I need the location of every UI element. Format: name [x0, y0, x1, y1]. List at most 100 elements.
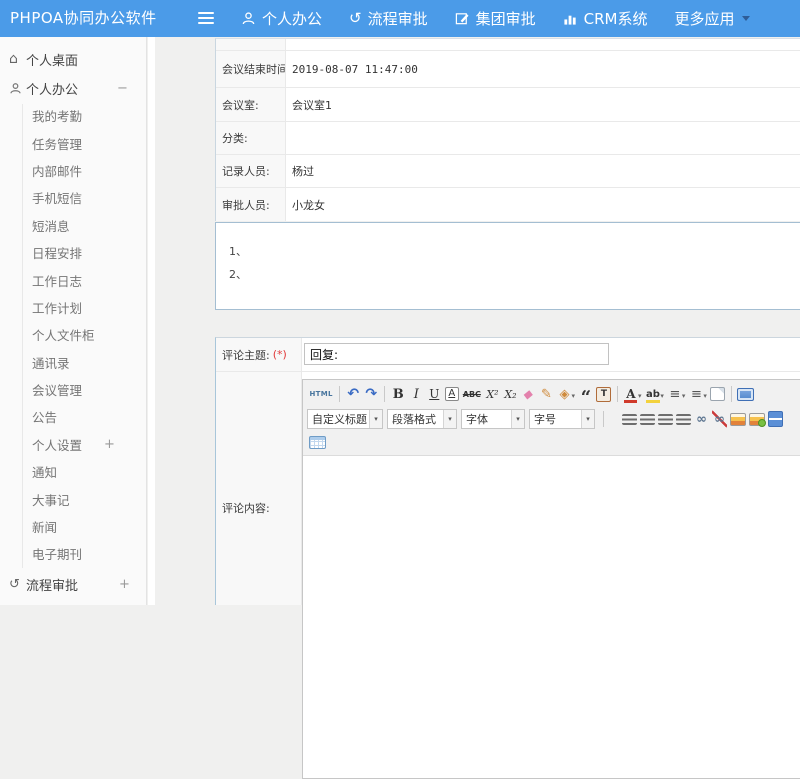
table-row: 会议结束时间: 2019-08-07 11:47:00 — [216, 51, 800, 88]
topmenu-group-approval[interactable]: 集团审批 — [455, 8, 536, 29]
new-page-icon[interactable] — [710, 387, 725, 401]
image-upload-icon[interactable] — [749, 413, 765, 426]
sidebar-item-personal-desktop[interactable]: ⌂ 个人桌面 — [0, 44, 146, 74]
remove-format-button[interactable]: A — [445, 387, 459, 401]
topmenu-crm-system[interactable]: CRM系统 — [563, 8, 648, 29]
blockquote-button[interactable]: “ — [578, 385, 593, 403]
sidebar-item-contacts[interactable]: 通讯录 — [0, 349, 146, 376]
unordered-list-caret[interactable]: ▾ — [703, 392, 707, 400]
table-row: 会议室: 会议室1 — [216, 88, 800, 122]
topmenu-label: 集团审批 — [476, 8, 536, 29]
media-icon[interactable] — [768, 411, 783, 427]
rich-text-editor: HTML ↶ ↷ B I U A ABC X² X₂ ◆ ✎ — [302, 379, 800, 779]
topmenu-label: 个人办公 — [262, 8, 322, 29]
editor-content-area[interactable] — [303, 456, 800, 778]
highlight-color-button[interactable]: ab — [645, 385, 661, 403]
caret-down-icon — [742, 16, 750, 21]
sidebar-item-notification[interactable]: 通知 — [0, 458, 146, 485]
user-icon — [241, 11, 256, 26]
font-size-select[interactable]: 字号 ▾ — [529, 409, 595, 429]
sidebar-item-memorabilia[interactable]: 大事记 — [0, 485, 146, 512]
user-icon — [9, 82, 26, 95]
hamburger-menu-icon[interactable] — [198, 12, 214, 26]
table-icon[interactable] — [309, 436, 326, 449]
unordered-list-button[interactable]: ≡ — [689, 385, 704, 403]
comment-subject-label: 评论主题: — [222, 347, 270, 363]
expand-icon[interactable]: + — [104, 437, 115, 452]
ordered-list-caret[interactable]: ▾ — [682, 392, 686, 400]
align-center-icon[interactable] — [640, 414, 655, 425]
comment-subject-input[interactable] — [304, 343, 609, 365]
collapse-icon[interactable]: − — [117, 81, 128, 96]
sidebar-item-internal-mail[interactable]: 内部邮件 — [0, 157, 146, 184]
meeting-detail-table: 会议结束时间: 2019-08-07 11:47:00 会议室: 会议室1 分类… — [215, 38, 800, 221]
expand-icon[interactable]: + — [119, 577, 130, 592]
sidebar-item-my-attendance[interactable]: 我的考勤 — [0, 102, 146, 129]
topmenu-label: 更多应用 — [674, 8, 734, 29]
comment-content-label: 评论内容: — [222, 500, 270, 516]
sidebar-item-personal-settings[interactable]: 个人设置 + — [0, 431, 146, 458]
sidebar-item-e-journal[interactable]: 电子期刊 — [0, 540, 146, 567]
sidebar-item-task-management[interactable]: 任务管理 — [0, 129, 146, 156]
home-icon: ⌂ — [9, 51, 26, 67]
highlight-color-caret[interactable]: ▾ — [660, 392, 664, 400]
toolbar-separator — [384, 386, 385, 402]
bold-button[interactable]: B — [391, 385, 406, 403]
align-right-icon[interactable] — [658, 414, 673, 425]
format-brush-icon[interactable]: ✎ — [539, 385, 554, 403]
font-family-select[interactable]: 字体 ▾ — [461, 409, 525, 429]
font-color-button[interactable]: A — [623, 385, 638, 403]
eraser-icon[interactable]: ◆ — [519, 385, 538, 403]
sidebar-item-personal-office[interactable]: 个人办公 − — [0, 74, 146, 102]
select-caret-icon: ▾ — [511, 410, 524, 428]
topmenu-workflow-approval[interactable]: ↺ 流程审批 — [349, 8, 428, 29]
sidebar-item-short-message[interactable]: 短消息 — [0, 212, 146, 239]
fullscreen-icon[interactable] — [737, 388, 754, 401]
field-label: 分类: — [216, 122, 286, 154]
sidebar-item-news[interactable]: 新闻 — [0, 513, 146, 540]
source-code-button[interactable]: HTML — [309, 385, 334, 403]
cycle-icon: ↺ — [349, 11, 362, 26]
align-left-icon[interactable] — [622, 414, 637, 425]
image-icon[interactable] — [730, 413, 746, 426]
underline-button[interactable]: U — [427, 385, 442, 403]
heading-select[interactable]: 自定义标题 ▾ — [307, 409, 383, 429]
redo-button[interactable]: ↷ — [364, 385, 379, 403]
table-row-partial — [216, 39, 800, 51]
field-label: 会议结束时间: — [216, 51, 286, 87]
fill-color-icon[interactable]: ◈ — [557, 385, 572, 403]
sidebar-item-work-plan[interactable]: 工作计划 — [0, 294, 146, 321]
sidebar-scrollbar-track[interactable] — [148, 37, 155, 605]
topmenu-more-apps[interactable]: 更多应用 — [674, 8, 750, 29]
justify-icon[interactable] — [676, 414, 691, 425]
sidebar-item-personal-file-cabinet[interactable]: 个人文件柜 — [0, 321, 146, 348]
sidebar-item-announcement[interactable]: 公告 — [0, 403, 146, 430]
undo-button[interactable]: ↶ — [346, 385, 361, 403]
font-color-caret[interactable]: ▾ — [638, 392, 642, 400]
link-icon[interactable]: ∞ — [694, 410, 709, 428]
paste-as-text-icon[interactable]: T — [596, 387, 611, 402]
paragraph-format-select[interactable]: 段落格式 ▾ — [387, 409, 457, 429]
strikethrough-button[interactable]: ABC — [462, 385, 482, 403]
personal-office-submenu: 我的考勤 任务管理 内部邮件 手机短信 短消息 日程安排 工作日志 工作计划 个… — [0, 102, 146, 568]
editor-toolbar: HTML ↶ ↷ B I U A ABC X² X₂ ◆ ✎ — [303, 380, 800, 456]
ordered-list-button[interactable]: ≡ — [667, 385, 682, 403]
sidebar-item-meeting-management[interactable]: 会议管理 — [0, 376, 146, 403]
sidebar-item-mobile-sms[interactable]: 手机短信 — [0, 184, 146, 211]
unlink-icon[interactable]: ∞ — [712, 410, 727, 428]
subscript-button[interactable]: X₂ — [503, 385, 518, 403]
field-label: 会议室: — [216, 88, 286, 121]
superscript-button[interactable]: X² — [485, 385, 500, 403]
italic-button[interactable]: I — [409, 385, 424, 403]
fill-color-caret[interactable]: ▾ — [571, 392, 575, 400]
sidebar-item-schedule[interactable]: 日程安排 — [0, 239, 146, 266]
toolbar-separator — [603, 411, 604, 427]
table-row: 分类: — [216, 122, 800, 155]
sidebar-item-label: 个人办公 — [26, 79, 78, 98]
topmenu-personal-office[interactable]: 个人办公 — [241, 8, 322, 29]
select-caret-icon: ▾ — [581, 410, 594, 428]
sidebar-item-workflow-approval[interactable]: ↺ 流程审批 + — [0, 570, 146, 598]
sidebar-item-work-log[interactable]: 工作日志 — [0, 266, 146, 293]
select-caret-icon: ▾ — [443, 410, 456, 428]
required-mark: (*) — [273, 348, 287, 361]
